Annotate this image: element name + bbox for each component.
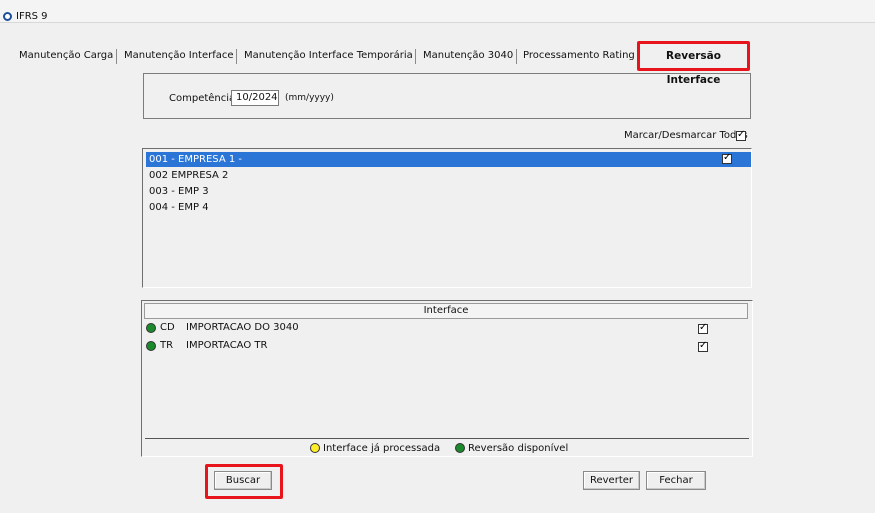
interface-header[interactable]: Interface xyxy=(144,303,748,319)
interface-table: Interface CD IMPORTACAO DO 3040 TR IMPOR… xyxy=(141,300,753,457)
competencia-group: Competência 10/2024 (mm/yyyy) xyxy=(143,73,751,119)
tab-separator xyxy=(236,49,237,64)
interface-name: IMPORTACAO TR xyxy=(186,340,268,351)
list-item-empresa-004[interactable]: 004 - EMP 4 xyxy=(146,200,749,215)
list-item-empresa-001[interactable]: 001 - EMPRESA 1 - xyxy=(146,152,751,167)
list-item-empresa-002[interactable]: 002 EMPRESA 2 xyxy=(146,168,749,183)
empresa-001-checkbox[interactable] xyxy=(722,152,732,164)
status-green-icon xyxy=(455,443,465,453)
tab-separator xyxy=(516,49,517,64)
select-all-checkbox[interactable] xyxy=(736,129,746,141)
list-item-label: 001 - EMPRESA 1 - xyxy=(149,154,242,165)
status-yellow-icon xyxy=(310,443,320,453)
interface-name: IMPORTACAO DO 3040 xyxy=(186,322,299,333)
interface-code: TR xyxy=(160,340,174,351)
interface-cd-checkbox[interactable] xyxy=(698,322,708,334)
tab-manutencao-carga[interactable]: Manutenção Carga xyxy=(19,45,113,66)
reverter-button[interactable]: Reverter xyxy=(583,471,640,490)
tab-separator xyxy=(116,49,117,64)
tab-manutencao-3040[interactable]: Manutenção 3040 xyxy=(423,45,513,66)
tab-manutencao-interface[interactable]: Manutenção Interface xyxy=(124,45,234,66)
status-green-icon xyxy=(146,341,156,351)
interface-code: CD xyxy=(160,322,175,333)
legend-divider xyxy=(145,438,749,439)
competencia-format-hint: (mm/yyyy) xyxy=(285,93,334,103)
fechar-button[interactable]: Fechar xyxy=(646,471,706,490)
window-title: IFRS 9 xyxy=(16,11,48,22)
tab-processamento-rating[interactable]: Processamento Rating xyxy=(523,45,635,66)
tab-separator xyxy=(415,49,416,64)
select-all-label: Marcar/Desmarcar Todas xyxy=(624,130,748,141)
empresas-list[interactable]: 001 - EMPRESA 1 - 002 EMPRESA 2 003 - EM… xyxy=(142,148,752,288)
interface-tr-checkbox[interactable] xyxy=(698,340,708,352)
tab-manutencao-interface-temporaria[interactable]: Manutenção Interface Temporária xyxy=(244,45,413,66)
competencia-input[interactable]: 10/2024 xyxy=(231,90,279,106)
legend-processed: Interface já processada xyxy=(323,443,441,454)
list-item-empresa-003[interactable]: 003 - EMP 3 xyxy=(146,184,749,199)
competencia-label: Competência xyxy=(169,93,236,104)
buscar-button[interactable]: Buscar xyxy=(214,471,272,490)
tab-reversao-interface[interactable]: Reversão Interface xyxy=(637,41,750,86)
legend-available: Reversão disponível xyxy=(468,443,569,454)
status-green-icon xyxy=(146,323,156,333)
app-icon xyxy=(3,12,12,21)
window-titlebar: IFRS 9 xyxy=(0,0,875,23)
